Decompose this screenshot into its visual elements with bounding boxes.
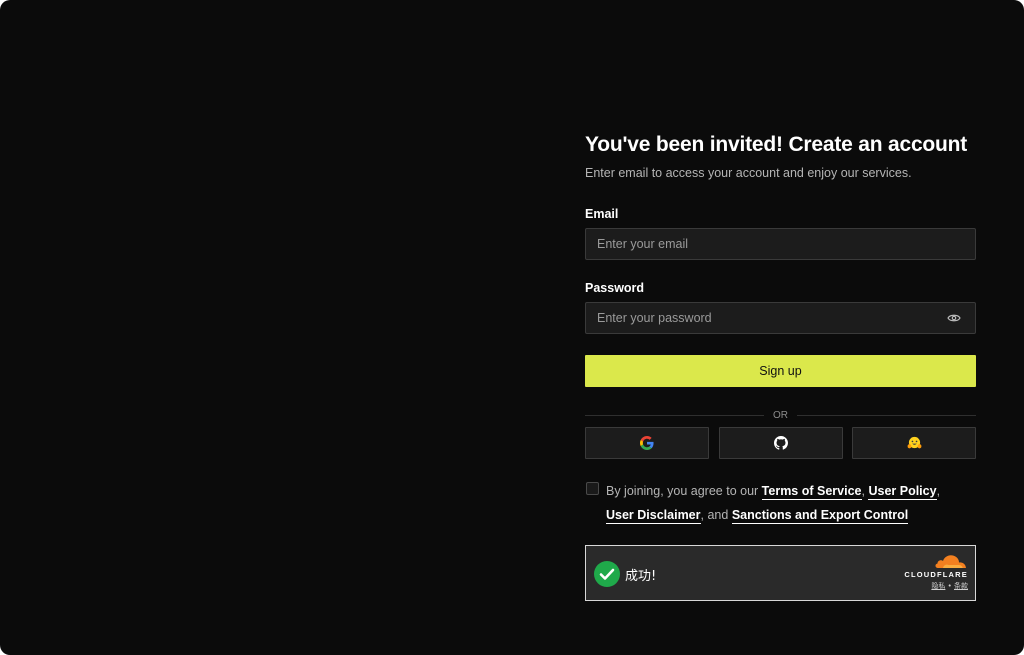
- link-separator: •: [947, 582, 952, 590]
- github-icon: [773, 436, 788, 450]
- huggingface-icon: [907, 436, 921, 449]
- github-login-button[interactable]: [718, 427, 843, 459]
- user-policy-link[interactable]: User Policy: [868, 484, 937, 500]
- divider-text: OR: [773, 409, 788, 421]
- password-field-container: [585, 302, 976, 334]
- terms-comma: ,: [861, 484, 865, 498]
- password-input[interactable]: [586, 303, 975, 333]
- page-title: You've been invited! Create an account: [585, 133, 968, 156]
- cloudflare-branding: CLOUDFLARE 隐私 • 条款: [900, 554, 968, 591]
- terms-and-text: , and: [700, 508, 729, 522]
- captcha-status: 成功!: [625, 569, 657, 584]
- google-icon: [640, 436, 654, 450]
- cloudflare-cloud-icon: [935, 555, 966, 568]
- email-input[interactable]: [586, 229, 975, 259]
- email-field-container: [585, 228, 976, 260]
- terms-of-service-link[interactable]: Terms of Service: [761, 484, 862, 500]
- terms-agreement: By joining, you agree to our Terms of Se…: [585, 479, 976, 527]
- huggingface-login-button[interactable]: [852, 427, 976, 459]
- signup-panel: You've been invited! Create an account E…: [585, 130, 976, 601]
- or-divider: OR: [585, 407, 976, 423]
- eye-icon[interactable]: [947, 312, 961, 324]
- cloudflare-captcha-widget[interactable]: 成功! CLOUDFLARE 隐私 • 条款: [585, 545, 976, 601]
- captcha-footer-links: 隐私 • 条款: [900, 581, 968, 591]
- terms-prefix: By joining, you agree to our: [606, 484, 759, 498]
- page-subtitle: Enter email to access your account and e…: [585, 166, 912, 180]
- google-login-button[interactable]: [585, 427, 709, 459]
- user-disclaimer-link[interactable]: User Disclaimer: [606, 508, 701, 524]
- terms-checkbox[interactable]: [586, 482, 599, 495]
- sign-up-button[interactable]: Sign up: [585, 355, 976, 387]
- terms-comma: ,: [936, 484, 941, 498]
- sanctions-export-control-link[interactable]: Sanctions and Export Control: [731, 508, 909, 524]
- social-login-row: [585, 427, 976, 459]
- privacy-link[interactable]: 隐私: [931, 582, 945, 590]
- success-check-icon: [594, 561, 620, 587]
- divider-line-left: [585, 414, 764, 416]
- captcha-terms-link[interactable]: 条款: [954, 582, 968, 590]
- email-label: Email: [585, 207, 619, 221]
- password-label: Password: [585, 281, 645, 295]
- divider-line-right: [797, 414, 976, 416]
- cloudflare-wordmark: CLOUDFLARE: [904, 570, 968, 579]
- app-window: You've been invited! Create an account E…: [0, 0, 1024, 655]
